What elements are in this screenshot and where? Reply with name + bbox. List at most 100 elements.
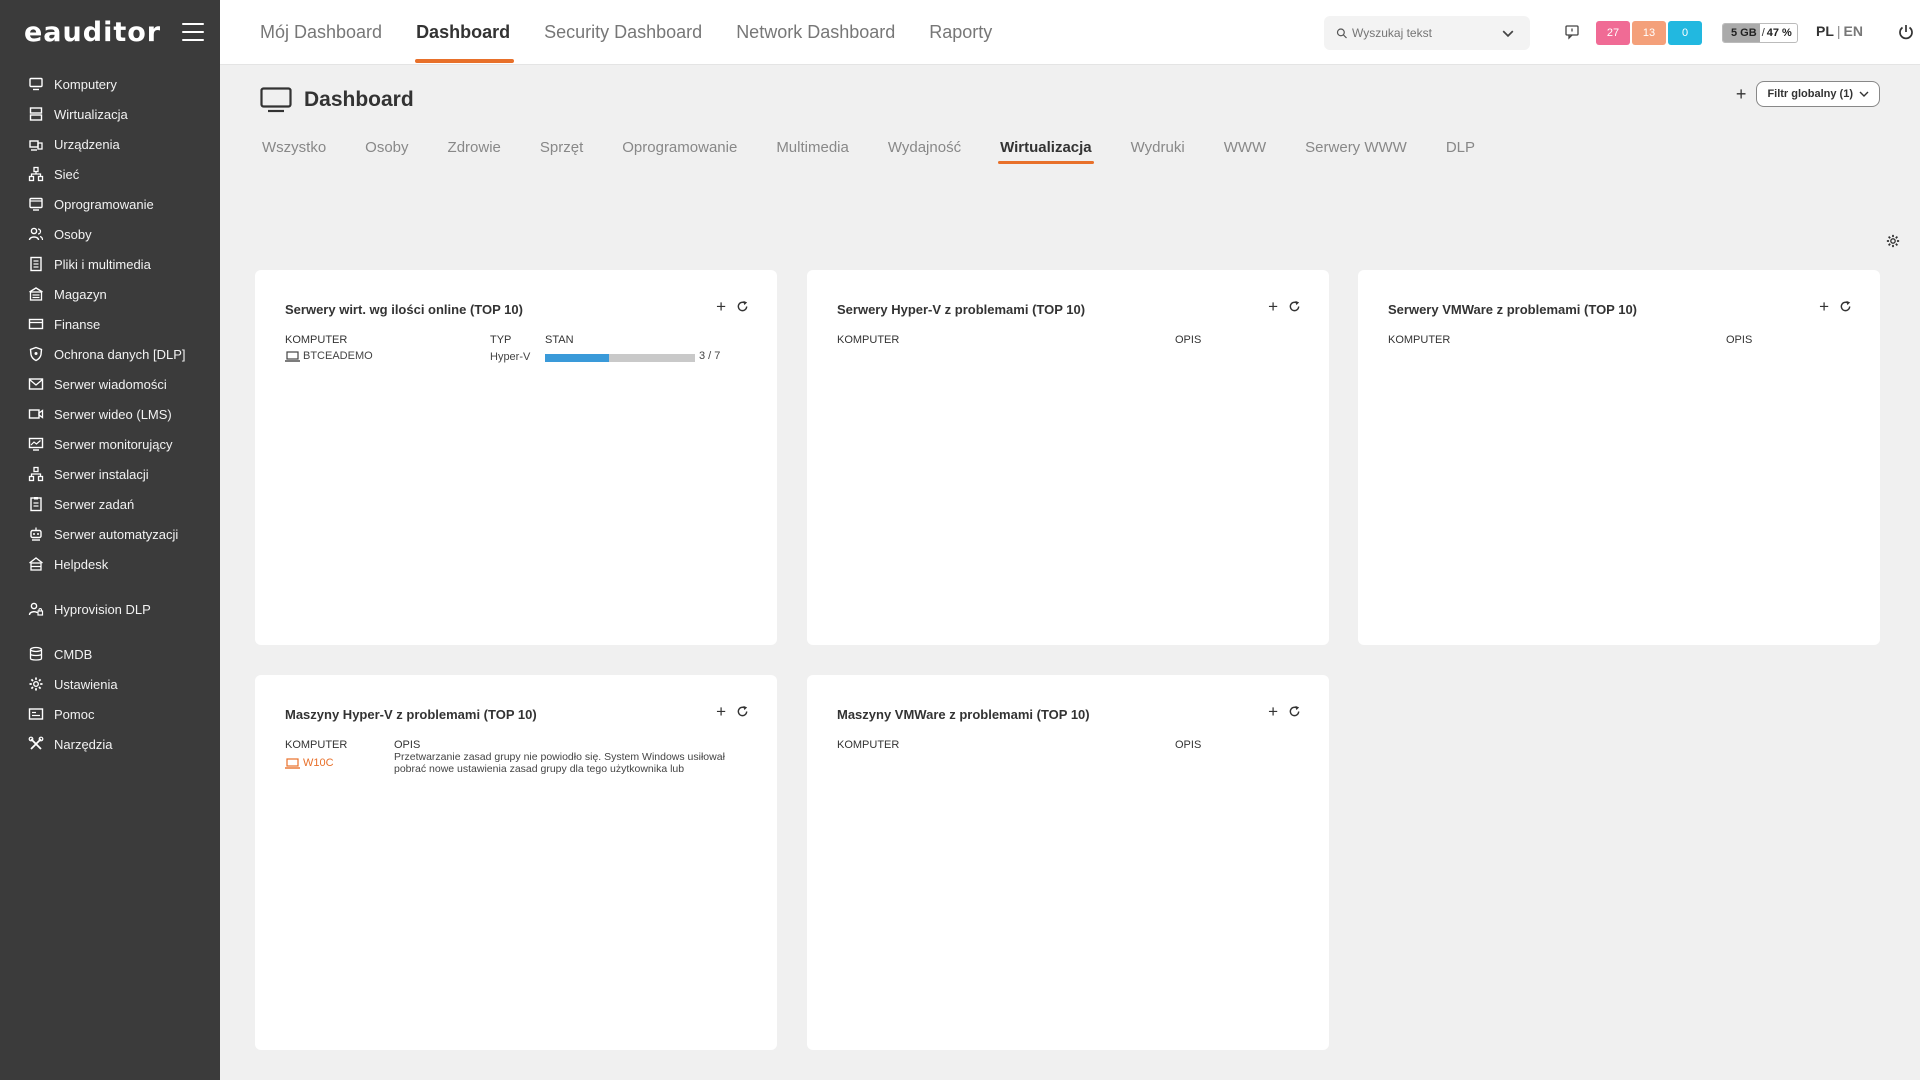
sidebar-item-serwer-automatyzacji[interactable]: Serwer automatyzacji [0, 519, 220, 549]
refresh-icon[interactable] [1839, 300, 1852, 313]
lang-en[interactable]: EN [1844, 23, 1863, 39]
sidebar-item-ochrona-danych-dlp[interactable]: Ochrona danych [DLP] [0, 339, 220, 369]
sub-tab-osoby[interactable]: Osoby [365, 130, 408, 164]
sidebar-item-serwer-monitorujący[interactable]: Serwer monitorujący [0, 429, 220, 459]
widget-add-button[interactable]: + [716, 703, 726, 720]
database-icon [29, 646, 43, 661]
category-tabs: Wszystko Osoby Zdrowie Sprzęt Oprogramowanie… [262, 130, 1514, 164]
sidebar-item-ustawienia[interactable]: Ustawienia [0, 669, 220, 699]
sidebar-item-label: CMDB [54, 646, 93, 662]
sidebar-item-label: Ochrona danych [DLP] [54, 346, 186, 362]
sub-tab-wirtualizacja[interactable]: Wirtualizacja [998, 130, 1094, 164]
top-tab-dashboard[interactable]: Dashboard [415, 0, 515, 65]
badge-info[interactable]: 0 [1668, 21, 1702, 45]
global-filter-button[interactable]: Filtr globalny (1) [1756, 81, 1880, 107]
video-icon [28, 409, 44, 419]
sidebar-item-serwer-instalacji[interactable]: Serwer instalacji [0, 459, 220, 489]
widget-add-button[interactable]: + [1268, 298, 1278, 315]
install-icon [28, 466, 44, 482]
sidebar-item-label: Ustawienia [54, 676, 118, 692]
sidebar-item-label: Pliki i multimedia [54, 256, 151, 272]
page-header: Dashboard [260, 87, 414, 113]
widget-actions: + [1268, 703, 1301, 720]
sidebar-item-label: Serwer wiadomości [54, 376, 167, 392]
sidebar-item-label: Urządzenia [54, 136, 120, 152]
sub-tab-wydruki[interactable]: Wydruki [1131, 130, 1185, 164]
global-filter-label: Filtr globalny (1) [1767, 88, 1853, 100]
sub-tab-zdrowie[interactable]: Zdrowie [448, 130, 501, 164]
widget-actions: + [1268, 298, 1301, 315]
sidebar-item-pomoc[interactable]: Pomoc [0, 699, 220, 729]
gear-icon[interactable] [1886, 234, 1900, 248]
sidebar-item-sieć[interactable]: Sieć [0, 159, 220, 189]
table-row-computer-link[interactable]: W10C [285, 757, 334, 769]
sidebar-item-magazyn[interactable]: Magazyn [0, 279, 220, 309]
column-header-typ: TYP [490, 334, 512, 346]
top-bar: Mój Dashboard Dashboard Security Dashboa… [220, 0, 1920, 65]
sidebar-item-komputery[interactable]: Komputery [0, 69, 220, 99]
sidebar-item-serwer-wideo-lms[interactable]: Serwer wideo (LMS) [0, 399, 220, 429]
top-tab-network-dashboard[interactable]: Network Dashboard [736, 0, 895, 65]
sidebar-item-label: Oprogramowanie [54, 196, 154, 212]
search-icon [1336, 27, 1347, 38]
add-widget-button[interactable]: + [1736, 84, 1747, 105]
sidebar-nav-dlp: Hyprovision DLP [0, 594, 220, 624]
table-row-computer[interactable]: BTCEADEMO [285, 350, 373, 362]
widget-add-button[interactable]: + [716, 298, 726, 315]
refresh-icon[interactable] [1288, 705, 1301, 718]
online-progress-bar [545, 354, 695, 362]
chevron-down-icon[interactable] [1502, 27, 1514, 40]
sidebar-item-urządzenia[interactable]: Urządzenia [0, 129, 220, 159]
widget-actions: + [1819, 298, 1852, 315]
lang-pl[interactable]: PL [1816, 23, 1834, 39]
sidebar-item-osoby[interactable]: Osoby [0, 219, 220, 249]
sidebar-item-pliki-i-multimedia[interactable]: Pliki i multimedia [0, 249, 220, 279]
search-input[interactable] [1352, 26, 1502, 40]
sub-tab-wydajność[interactable]: Wydajność [888, 130, 961, 164]
sub-tab-www[interactable]: WWW [1224, 130, 1266, 164]
robot-icon [30, 527, 42, 541]
power-icon[interactable] [1897, 23, 1915, 41]
sub-tab-serwery-www[interactable]: Serwery WWW [1305, 130, 1407, 164]
top-tab-my-dashboard[interactable]: Mój Dashboard [260, 0, 382, 65]
sidebar-item-narzędzia[interactable]: Narzędzia [0, 729, 220, 759]
sidebar-item-serwer-wiadomości[interactable]: Serwer wiadomości [0, 369, 220, 399]
top-tab-reports[interactable]: Raporty [929, 0, 992, 65]
badge-warning[interactable]: 13 [1632, 21, 1666, 45]
top-tab-security-dashboard[interactable]: Security Dashboard [544, 0, 702, 65]
license-percent: 47 % [1766, 27, 1792, 39]
sidebar-item-helpdesk[interactable]: Helpdesk [0, 549, 220, 579]
sub-tab-dlp[interactable]: DLP [1446, 130, 1475, 164]
message-icon[interactable] [1564, 24, 1580, 40]
sidebar-item-label: Serwer wideo (LMS) [54, 406, 172, 422]
sidebar-item-finanse[interactable]: Finanse [0, 309, 220, 339]
monitor-icon [29, 77, 43, 91]
hamburger-menu-icon[interactable] [182, 23, 204, 41]
sidebar-item-label: Hyprovision DLP [54, 601, 151, 617]
sidebar-item-label: Pomoc [54, 706, 95, 722]
sub-tab-sprzęt[interactable]: Sprzęt [540, 130, 583, 164]
column-header-opis: OPIS [394, 739, 421, 751]
search-box[interactable] [1324, 16, 1530, 50]
sidebar-item-oprogramowanie[interactable]: Oprogramowanie [0, 189, 220, 219]
sidebar-item-cmdb[interactable]: CMDB [0, 639, 220, 669]
sidebar-item-hyprovision-dlp[interactable]: Hyprovision DLP [0, 594, 220, 624]
column-header-komputer: KOMPUTER [837, 739, 900, 751]
refresh-icon[interactable] [736, 300, 749, 313]
sidebar-item-wirtualizacja[interactable]: Wirtualizacja [0, 99, 220, 129]
sidebar-item-label: Sieć [54, 166, 80, 182]
widget-add-button[interactable]: + [1819, 298, 1829, 315]
sidebar-item-label: Osoby [54, 226, 92, 242]
column-header-opis: OPIS [1726, 334, 1753, 346]
main-content: Dashboard + Filtr globalny (1) Wszystko O… [220, 65, 1920, 1080]
sidebar-item-serwer-zadań[interactable]: Serwer zadań [0, 489, 220, 519]
sub-tab-wszystko[interactable]: Wszystko [262, 130, 326, 164]
sub-tab-oprogramowanie[interactable]: Oprogramowanie [622, 130, 737, 164]
sub-tab-multimedia[interactable]: Multimedia [776, 130, 849, 164]
refresh-icon[interactable] [1288, 300, 1301, 313]
refresh-icon[interactable] [736, 705, 749, 718]
badge-critical[interactable]: 27 [1596, 21, 1630, 45]
widget-add-button[interactable]: + [1268, 703, 1278, 720]
shield-icon [29, 346, 43, 362]
widget-title: Serwery Hyper-V z problemami (TOP 10) [837, 302, 1086, 317]
